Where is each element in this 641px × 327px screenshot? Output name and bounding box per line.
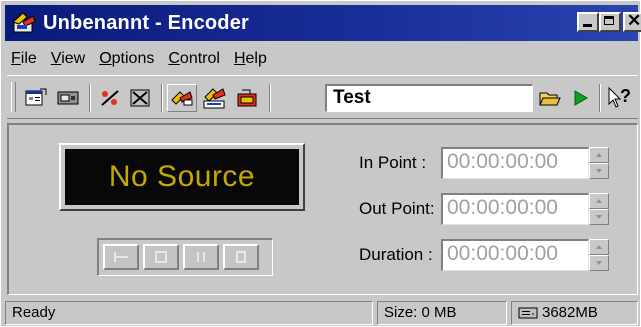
- status-disk-free: 3682MB: [511, 301, 638, 325]
- title-bar[interactable]: Unbenannt - Encoder ✕: [5, 5, 641, 41]
- maximize-button[interactable]: [599, 12, 621, 32]
- minimize-button[interactable]: [577, 12, 599, 32]
- context-help-icon: ?: [608, 86, 631, 108]
- status-state: Ready: [5, 301, 373, 325]
- out-point-spinner[interactable]: [589, 193, 609, 225]
- file-output-icon: [237, 89, 257, 107]
- out-point-label: Out Point:: [359, 199, 435, 218]
- pause-button[interactable]: [183, 244, 219, 270]
- menu-help[interactable]: Help: [234, 50, 267, 68]
- spin-down-icon[interactable]: [589, 209, 609, 225]
- status-bar: Ready Size: 0 MB 3682MB: [5, 301, 638, 325]
- toolbar-grip[interactable]: [11, 82, 16, 112]
- encoder-app-icon[interactable]: [11, 10, 37, 36]
- hard-disk-icon: [518, 307, 538, 319]
- context-help-button[interactable]: ?: [605, 84, 635, 112]
- toolbar-separator: [161, 84, 163, 112]
- session-name-field[interactable]: Test: [325, 84, 533, 112]
- duration-label: Duration :: [359, 245, 433, 264]
- in-point-label: In Point :: [359, 153, 427, 172]
- in-point-spinner[interactable]: [589, 147, 609, 179]
- toolbar-separator: [269, 84, 271, 112]
- close-button[interactable]: ✕: [623, 11, 641, 32]
- disk-free-value: 3682MB: [542, 304, 598, 321]
- open-folder-icon: [539, 92, 561, 106]
- spin-up-icon[interactable]: [589, 147, 609, 163]
- stop-button[interactable]: [223, 244, 259, 270]
- play-icon: [574, 90, 588, 106]
- properties-button[interactable]: [21, 84, 51, 112]
- play-button[interactable]: [565, 84, 595, 112]
- out-point-field[interactable]: 00:00:00:00: [441, 193, 589, 225]
- menu-options[interactable]: Options: [99, 50, 154, 68]
- duration-spinner[interactable]: [589, 239, 609, 271]
- streaming-button[interactable]: [199, 84, 229, 112]
- toolbar-separator: [599, 84, 601, 112]
- menu-control[interactable]: Control: [168, 50, 220, 68]
- spin-down-icon[interactable]: [589, 163, 609, 179]
- rewind-icon: [114, 252, 128, 262]
- no-video-icon: [130, 89, 150, 107]
- transport-controls: [97, 238, 273, 276]
- close-icon: ✕: [627, 11, 641, 30]
- menu-view[interactable]: View: [51, 50, 85, 68]
- file-output-button[interactable]: [233, 84, 263, 112]
- spin-up-icon[interactable]: [589, 239, 609, 255]
- toolbar-separator: [89, 84, 91, 112]
- encode-icon: [171, 91, 193, 106]
- in-point-field[interactable]: 00:00:00:00: [441, 147, 589, 179]
- status-size: Size: 0 MB: [377, 301, 507, 325]
- toolbar: Test ?: [7, 75, 638, 119]
- spin-up-icon[interactable]: [589, 193, 609, 209]
- window-title: Unbenannt - Encoder: [43, 11, 250, 34]
- spin-down-icon[interactable]: [589, 255, 609, 271]
- rewind-button[interactable]: [103, 244, 139, 270]
- record-button[interactable]: [143, 244, 179, 270]
- encoder-window: Unbenannt - Encoder ✕ File View Options …: [0, 0, 641, 327]
- duration-field[interactable]: 00:00:00:00: [441, 239, 589, 271]
- help-question-mark: ?: [620, 86, 631, 106]
- source-display: No Source: [59, 143, 305, 211]
- streaming-icon: [203, 88, 226, 109]
- properties-icon: [25, 88, 47, 106]
- encode-button[interactable]: [167, 84, 197, 112]
- open-folder-button[interactable]: [535, 84, 565, 112]
- no-audio-icon: [101, 90, 119, 106]
- no-video-button[interactable]: [125, 84, 155, 112]
- stop-icon: [236, 251, 246, 263]
- no-audio-button[interactable]: [95, 84, 125, 112]
- source-status-text: No Source: [65, 149, 299, 205]
- video-input-icon: [57, 91, 79, 105]
- record-icon: [155, 251, 167, 263]
- menu-bar: File View Options Control Help: [11, 46, 281, 72]
- menu-file[interactable]: File: [11, 50, 37, 68]
- pause-icon: [197, 252, 205, 262]
- video-input-button[interactable]: [53, 84, 83, 112]
